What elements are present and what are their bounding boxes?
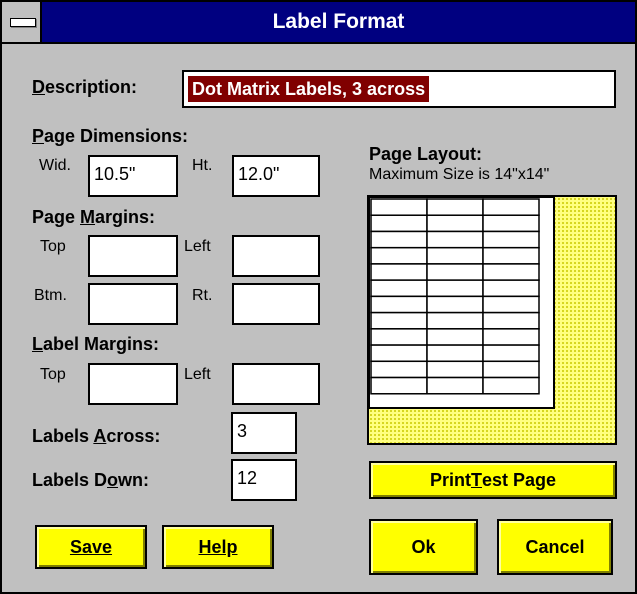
label-cell	[426, 311, 484, 330]
label-cell	[482, 360, 540, 379]
description-value: Dot Matrix Labels, 3 across	[188, 76, 430, 102]
description-label: Description:	[32, 77, 138, 97]
labels-down-label: Labels Down:	[32, 470, 150, 490]
label-cell	[370, 214, 428, 233]
system-menu-icon[interactable]	[2, 2, 42, 42]
page-margin-bottom-input[interactable]	[88, 283, 178, 325]
label-cell	[426, 295, 484, 314]
label-cell	[482, 279, 540, 298]
label-margin-left-label: Left	[184, 366, 211, 383]
page-margin-left-input[interactable]	[232, 235, 320, 277]
page-layout-subheading: Maximum Size is 14"x14"	[369, 166, 550, 183]
page-margin-left-label: Left	[184, 238, 211, 255]
page-margin-top-input[interactable]	[88, 235, 178, 277]
label-cell	[370, 376, 428, 395]
label-cell	[426, 376, 484, 395]
description-input[interactable]: Dot Matrix Labels, 3 across	[182, 70, 616, 108]
page-layout-heading: Page Layout:	[369, 144, 483, 164]
width-input[interactable]: 10.5"	[88, 155, 178, 197]
help-label: Help	[198, 537, 238, 557]
label-cell	[482, 311, 540, 330]
labels-across-input[interactable]: 3	[231, 412, 297, 454]
label-margin-top-label: Top	[40, 366, 66, 383]
cancel-button[interactable]: Cancel	[497, 519, 613, 575]
label-cell	[370, 198, 428, 216]
label-cell	[426, 263, 484, 281]
width-label: Wid.	[39, 157, 71, 174]
label-cell	[426, 360, 484, 379]
ok-label: Ok	[411, 537, 436, 557]
page-margin-right-label: Rt.	[192, 287, 213, 304]
label-cell	[482, 198, 540, 216]
height-label: Ht.	[192, 157, 213, 174]
save-label: Save	[69, 537, 113, 557]
window-title: Label Format	[272, 10, 405, 33]
page-layout-preview	[367, 195, 617, 445]
label-cell	[370, 328, 428, 346]
labels-down-input[interactable]: 12	[231, 459, 297, 501]
title-bar: Label Format	[2, 2, 635, 44]
page-margins-heading: Page Margins:	[32, 207, 156, 227]
cancel-label: Cancel	[525, 537, 585, 557]
ok-button[interactable]: Ok	[369, 519, 478, 575]
label-cell	[482, 214, 540, 233]
height-input[interactable]: 12.0"	[232, 155, 320, 197]
label-cell	[426, 344, 484, 363]
label-grid	[369, 197, 555, 409]
label-cell	[370, 246, 428, 265]
label-cell	[370, 311, 428, 330]
label-format-dialog: Label Format Description: Dot Matrix Lab…	[0, 0, 637, 594]
label-margin-top-input[interactable]	[88, 363, 178, 405]
label-cell	[370, 295, 428, 314]
label-cell	[426, 198, 484, 216]
print-test-page-button[interactable]: Print Test Page	[369, 461, 617, 499]
label-margin-left-input[interactable]	[232, 363, 320, 405]
label-cell	[370, 279, 428, 298]
label-cell	[482, 230, 540, 249]
label-cell	[370, 263, 428, 281]
save-button[interactable]: Save	[35, 525, 147, 569]
label-cell	[482, 328, 540, 346]
label-cell	[426, 328, 484, 346]
label-cell	[370, 230, 428, 249]
label-cell	[426, 246, 484, 265]
label-cell	[370, 344, 428, 363]
label-cell	[482, 295, 540, 314]
label-margins-heading: Label Margins:	[32, 334, 160, 354]
label-cell	[482, 376, 540, 395]
page-margin-top-label: Top	[40, 238, 66, 255]
label-cell	[482, 344, 540, 363]
page-dimensions-heading: Page Dimensions:	[32, 126, 189, 146]
help-button[interactable]: Help	[162, 525, 274, 569]
page-margin-right-input[interactable]	[232, 283, 320, 325]
labels-across-label: Labels Across:	[32, 426, 161, 446]
label-cell	[482, 246, 540, 265]
label-cell	[426, 214, 484, 233]
label-cell	[482, 263, 540, 281]
label-cell	[426, 279, 484, 298]
label-cell	[426, 230, 484, 249]
label-cell	[370, 360, 428, 379]
page-margin-bottom-label: Btm.	[34, 287, 67, 304]
